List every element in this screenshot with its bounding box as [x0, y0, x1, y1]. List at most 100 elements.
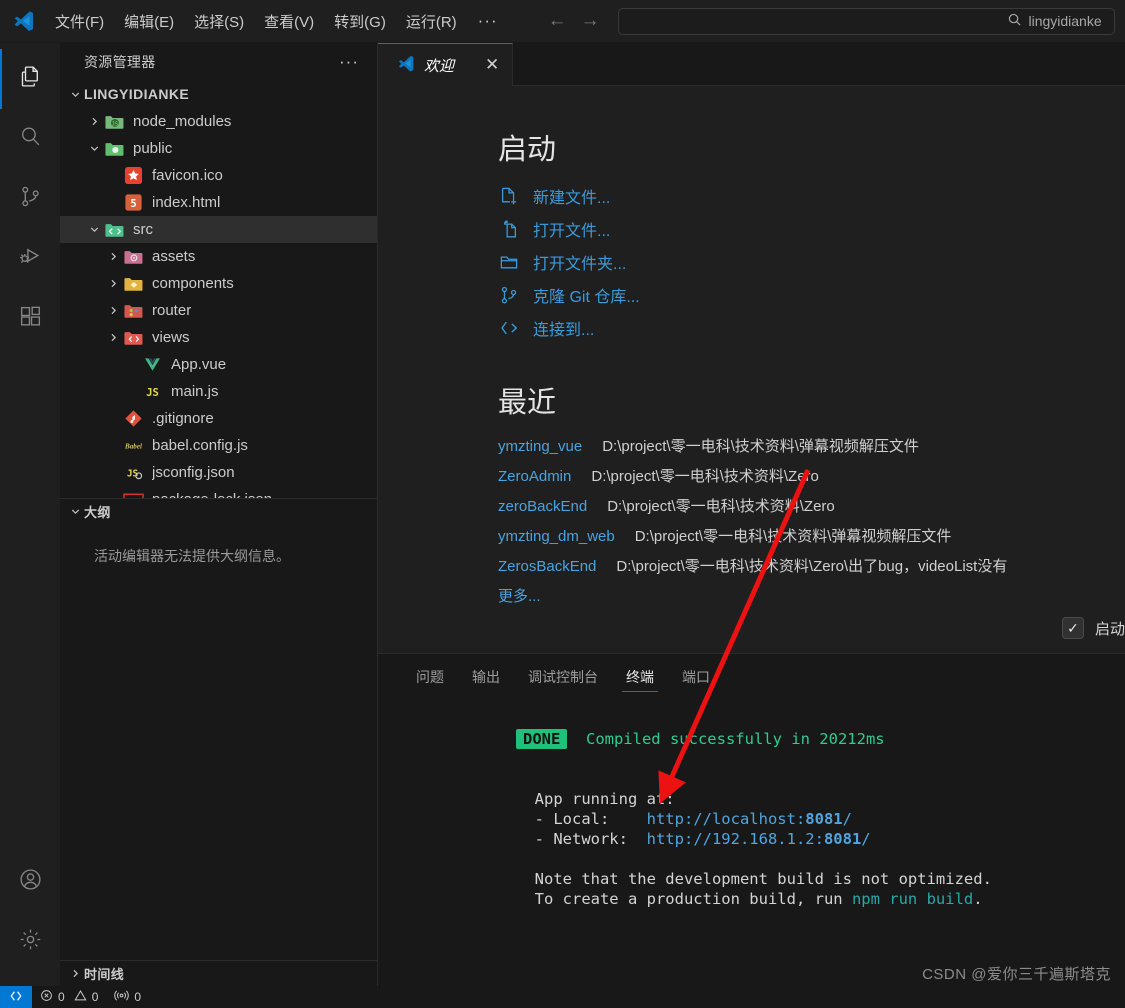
- menu-edit[interactable]: 编辑(E): [115, 7, 183, 36]
- recent-item[interactable]: ZerosBackEnd D:\project\零一电科\技术资料\Zero\出了…: [498, 555, 1125, 581]
- sidebar-item-run-debug[interactable]: [0, 229, 60, 289]
- sidebar-more-actions-icon[interactable]: ···: [339, 52, 365, 72]
- timeline-section-header[interactable]: 时间线: [60, 960, 377, 986]
- outline-section-header[interactable]: 大纲: [60, 498, 377, 524]
- chevron-right-icon[interactable]: [104, 305, 122, 316]
- panel-tab[interactable]: 终端: [614, 654, 666, 699]
- network-port[interactable]: 8081: [824, 830, 861, 848]
- git-icon: [122, 409, 144, 428]
- tree-file-row[interactable]: 5 index.html: [60, 189, 377, 216]
- recent-item-name[interactable]: zeroBackEnd: [498, 498, 587, 515]
- search-icon: [18, 124, 43, 154]
- menu-goto[interactable]: 转到(G): [325, 7, 395, 36]
- start-link[interactable]: 新建文件...: [498, 182, 1125, 209]
- workbench-body: 资源管理器 ··· LINGYIDIANKE JS node_modules pub…: [0, 43, 1125, 986]
- menu-more-icon[interactable]: ···: [468, 11, 508, 31]
- local-port[interactable]: 8081: [805, 810, 842, 828]
- recent-item-name[interactable]: ZeroAdmin: [498, 468, 571, 485]
- menu-run[interactable]: 运行(R): [397, 7, 466, 36]
- forward-arrow-icon[interactable]: →: [581, 10, 600, 32]
- chevron-down-icon[interactable]: [85, 224, 103, 235]
- tab-welcome[interactable]: 欢迎 ✕: [378, 43, 514, 86]
- recent-more-link[interactable]: 更多...: [498, 585, 1125, 606]
- problems-status[interactable]: 0 0: [32, 986, 106, 1008]
- recent-item-name[interactable]: ZerosBackEnd: [498, 558, 596, 575]
- tab-label: 欢迎: [424, 57, 455, 75]
- tree-folder-row[interactable]: src: [60, 216, 377, 243]
- recent-item-name[interactable]: ymzting_vue: [498, 438, 582, 455]
- close-icon[interactable]: ✕: [485, 55, 499, 75]
- chevron-right-icon[interactable]: [104, 332, 122, 343]
- sidebar-item-extensions[interactable]: [0, 289, 60, 349]
- account-button[interactable]: [0, 852, 60, 912]
- tabs-empty-space: [513, 43, 1125, 86]
- chevron-right-icon[interactable]: [104, 278, 122, 289]
- recent-item[interactable]: ymzting_vue D:\project\零一电科\技术资料\弹幕视频解压文件: [498, 435, 1125, 461]
- tree-folder-row[interactable]: JS node_modules: [60, 108, 377, 135]
- tree-item-label: views: [152, 329, 190, 346]
- recent-item-path: D:\project\零一电科\技术资料\Zero: [591, 468, 819, 485]
- recent-item[interactable]: ZeroAdmin D:\project\零一电科\技术资料\Zero: [498, 465, 1125, 491]
- extensions-icon: [18, 304, 43, 334]
- start-link[interactable]: 克隆 Git 仓库...: [498, 281, 1125, 308]
- menu-selection[interactable]: 选择(S): [185, 7, 253, 36]
- tree-item-label: public: [133, 140, 173, 157]
- recent-item-path: D:\project\零一电科\技术资料\Zero: [607, 498, 835, 515]
- sidebar-item-search[interactable]: [0, 109, 60, 169]
- tree-file-row[interactable]: npmpackage-lock.json: [60, 486, 377, 498]
- startup-checkbox[interactable]: ✓: [1061, 617, 1084, 639]
- network-url-base[interactable]: http://192.168.1.2:: [647, 830, 824, 848]
- tree-root-lingyidianke[interactable]: LINGYIDIANKE: [60, 80, 377, 108]
- tree-folder-row[interactable]: components: [60, 270, 377, 297]
- tree-file-row[interactable]: App.vue: [60, 351, 377, 378]
- recent-item-path: D:\project\零一电科\技术资料\Zero\出了bug，videoLis…: [616, 558, 1008, 575]
- vue-icon: [141, 355, 163, 374]
- tree-folder-row[interactable]: views: [60, 324, 377, 351]
- outline-title: 大纲: [84, 505, 111, 520]
- terminal-line-note1: Note that the development build is not o…: [404, 849, 1125, 888]
- startup-checkbox-row[interactable]: ✓ 启动: [1061, 617, 1125, 639]
- recent-item[interactable]: ymzting_dm_web D:\project\零一电科\技术资料\弹幕视频解…: [498, 525, 1125, 551]
- note-line2-cmd: npm run build: [851, 890, 974, 908]
- tree-folder-row[interactable]: public: [60, 135, 377, 162]
- recent-item[interactable]: zeroBackEnd D:\project\零一电科\技术资料\Zero: [498, 495, 1125, 521]
- command-center-value: lingyidianke: [1028, 13, 1102, 29]
- ports-status[interactable]: 0: [106, 986, 149, 1008]
- menu-view[interactable]: 查看(V): [255, 7, 323, 36]
- tree-file-row[interactable]: Babel babel.config.js: [60, 432, 377, 459]
- vscode-window: 文件(F) 编辑(E) 选择(S) 查看(V) 转到(G) 运行(R) ··· …: [0, 0, 1125, 1008]
- remote-indicator[interactable]: [0, 986, 32, 1008]
- vscode-logo-icon: [0, 9, 46, 33]
- network-url-tail[interactable]: /: [861, 830, 870, 848]
- tree-file-row[interactable]: JS jsconfig.json: [60, 459, 377, 486]
- sidebar-item-explorer[interactable]: [0, 49, 60, 109]
- back-arrow-icon[interactable]: ←: [548, 10, 567, 32]
- tree-file-row[interactable]: favicon.ico: [60, 162, 377, 189]
- folder-src-icon: [103, 221, 125, 239]
- panel-tab[interactable]: 端口: [670, 654, 722, 699]
- panel-tab[interactable]: 问题: [404, 654, 456, 699]
- tree-folder-row[interactable]: router: [60, 297, 377, 324]
- chevron-down-icon[interactable]: [85, 143, 103, 154]
- command-center[interactable]: lingyidianke: [617, 7, 1115, 35]
- chevron-right-icon[interactable]: [104, 251, 122, 262]
- local-url-base[interactable]: http://localhost:: [647, 810, 806, 828]
- sidebar-item-source-control[interactable]: [0, 169, 60, 229]
- terminal-output[interactable]: DONE Compiled successfully in 20212ms Ap…: [378, 699, 1125, 986]
- tree-file-row[interactable]: JS main.js: [60, 378, 377, 405]
- tree-item-label: jsconfig.json: [152, 464, 235, 481]
- panel-tab[interactable]: 输出: [460, 654, 512, 699]
- recent-item-name[interactable]: ymzting_dm_web: [498, 528, 615, 545]
- open-file-icon: [498, 219, 520, 239]
- menu-file[interactable]: 文件(F): [46, 7, 113, 36]
- start-link[interactable]: 打开文件夹...: [498, 248, 1125, 275]
- tree-file-row[interactable]: .gitignore: [60, 405, 377, 432]
- settings-button[interactable]: [0, 912, 60, 972]
- tree-folder-row[interactable]: assets: [60, 243, 377, 270]
- start-link[interactable]: 连接到...: [498, 314, 1125, 341]
- panel-tab[interactable]: 调试控制台: [516, 654, 610, 699]
- start-link[interactable]: 打开文件...: [498, 215, 1125, 242]
- chevron-right-icon[interactable]: [85, 116, 103, 127]
- note-line1: Note that the development build is not o…: [534, 870, 992, 888]
- local-url-tail[interactable]: /: [843, 810, 852, 828]
